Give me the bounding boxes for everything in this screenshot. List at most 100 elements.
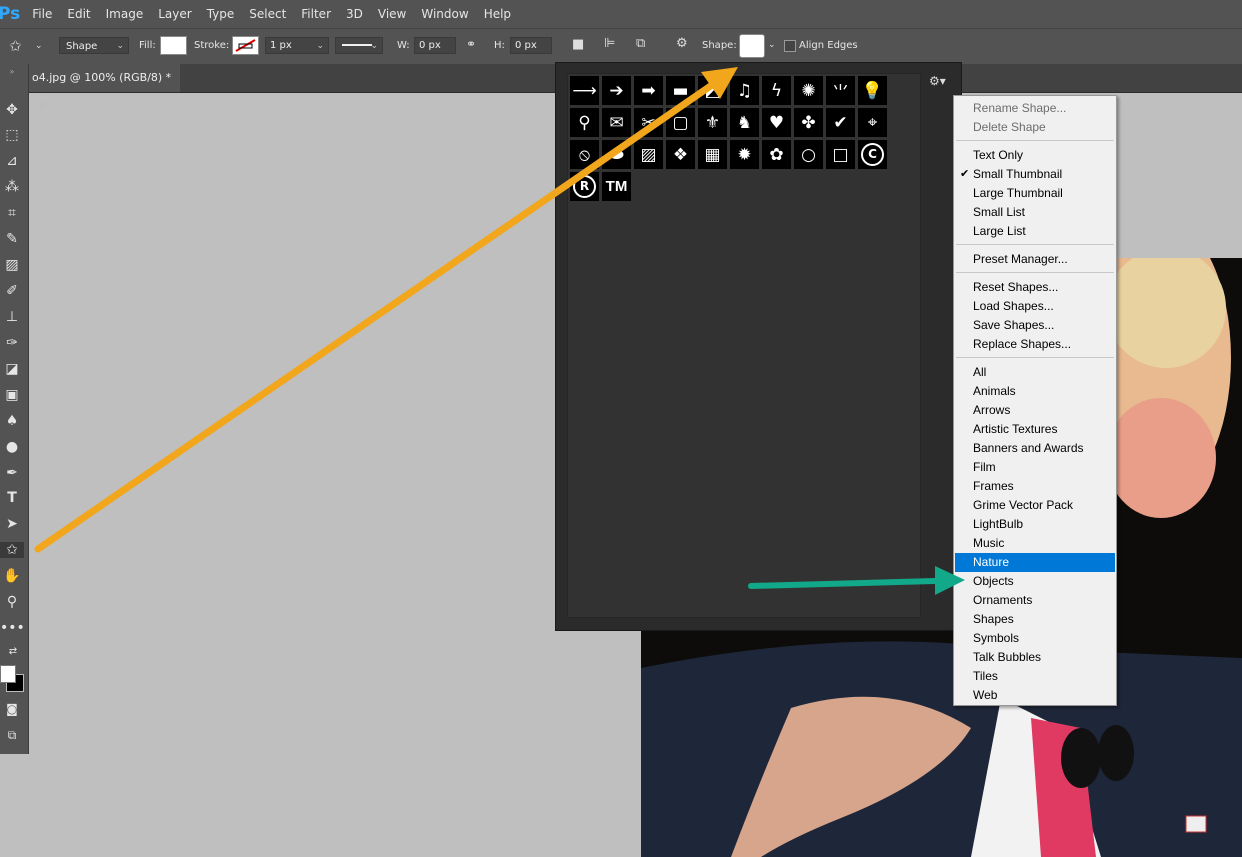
path-selection-tool-icon[interactable]: ➤: [0, 516, 24, 532]
shape-arrow[interactable]: ➔: [602, 76, 631, 105]
menu-item-set-ornaments[interactable]: Ornaments: [955, 591, 1115, 610]
menu-edit[interactable]: Edit: [67, 7, 90, 21]
menu-item-small-thumbnail[interactable]: ✔ Small Thumbnail: [955, 165, 1115, 184]
shape-paw[interactable]: ✿: [762, 140, 791, 169]
shape-speech-bubble[interactable]: ⬬: [602, 140, 631, 169]
close-icon[interactable]: ×: [38, 98, 47, 111]
menu-help[interactable]: Help: [484, 7, 511, 21]
menu-item-set-grime-vector-pack[interactable]: Grime Vector Pack: [955, 496, 1115, 515]
link-icon[interactable]: ⚭: [466, 37, 476, 51]
screen-mode-icon[interactable]: ⧉: [0, 728, 24, 743]
shape-music-note[interactable]: ♫: [730, 76, 759, 105]
menu-item-set-talk-bubbles[interactable]: Talk Bubbles: [955, 648, 1115, 667]
shape-square[interactable]: □: [826, 140, 855, 169]
menu-item-set-arrows[interactable]: Arrows: [955, 401, 1115, 420]
eraser-tool-icon[interactable]: ◪: [0, 361, 24, 377]
shape-arrow-thin[interactable]: ⟶: [570, 76, 599, 105]
menu-item-text-only[interactable]: Text Only: [955, 146, 1115, 165]
menu-3d[interactable]: 3D: [346, 7, 363, 21]
stroke-type-select[interactable]: ⌄: [335, 37, 383, 54]
shape-picker-button[interactable]: [739, 34, 765, 58]
path-arrangement-icon[interactable]: ⧉: [636, 36, 645, 51]
menu-item-set-film[interactable]: Film: [955, 458, 1115, 477]
stroke-swatch[interactable]: [232, 36, 259, 55]
panel-collapse-icon[interactable]: »: [0, 67, 24, 76]
shape-square-frame[interactable]: ▢: [666, 108, 695, 137]
dodge-tool-icon[interactable]: ●: [0, 439, 24, 455]
chevron-down-icon[interactable]: ⌄: [768, 40, 776, 50]
shape-diagonal-lines[interactable]: ▨: [634, 140, 663, 169]
swap-colors-icon[interactable]: ⇄: [4, 646, 22, 657]
document-tab[interactable]: o4.jpg @ 100% (RGB/8) * ×: [28, 64, 180, 111]
path-operations-icon[interactable]: ■: [572, 37, 584, 52]
menu-item-preset-manager[interactable]: Preset Manager...: [955, 250, 1115, 269]
shape-arrow-bold[interactable]: ➡: [634, 76, 663, 105]
more-tools-icon[interactable]: •••: [0, 620, 25, 636]
shape-cat[interactable]: ♞: [730, 108, 759, 137]
shape-frame[interactable]: ◩: [698, 76, 727, 105]
shape-checkmark[interactable]: ✔: [826, 108, 855, 137]
shape-envelope[interactable]: ✉: [602, 108, 631, 137]
shape-no-sign[interactable]: ⦸: [570, 140, 599, 169]
menu-item-set-web[interactable]: Web: [955, 686, 1115, 705]
quick-selection-tool-icon[interactable]: ⁂: [0, 179, 24, 195]
shape-bone[interactable]: ⚲: [570, 108, 599, 137]
menu-select[interactable]: Select: [249, 7, 286, 21]
shape-heart[interactable]: ♥: [762, 108, 791, 137]
menu-item-set-music[interactable]: Music: [955, 534, 1115, 553]
menu-file[interactable]: File: [32, 7, 52, 21]
menu-type[interactable]: Type: [207, 7, 235, 21]
zoom-tool-icon[interactable]: ⚲: [0, 594, 24, 610]
shape-scissors[interactable]: ✂: [634, 108, 663, 137]
shape-burst[interactable]: ✺: [794, 76, 823, 105]
blur-tool-icon[interactable]: ♠: [0, 413, 24, 429]
shape-grid[interactable]: ▦: [698, 140, 727, 169]
lasso-tool-icon[interactable]: ⊿: [0, 153, 24, 169]
menu-item-set-banners-and-awards[interactable]: Banners and Awards: [955, 439, 1115, 458]
menu-item-set-lightbulb[interactable]: LightBulb: [955, 515, 1115, 534]
height-field[interactable]: 0 px: [510, 37, 552, 54]
quick-mask-icon[interactable]: ◙: [0, 702, 24, 716]
custom-shape-tool-preset-icon[interactable]: ✩: [9, 37, 22, 55]
align-edges-checkbox[interactable]: [784, 40, 796, 52]
shape-grass[interactable]: ⺌: [826, 76, 855, 105]
menu-item-set-tiles[interactable]: Tiles: [955, 667, 1115, 686]
shape-registered[interactable]: R: [570, 172, 599, 201]
custom-shape-tool-icon[interactable]: ✩: [0, 542, 24, 558]
tool-mode-select[interactable]: Shape ⌄: [59, 37, 129, 54]
marquee-tool-icon[interactable]: ⬚: [0, 127, 24, 143]
stroke-width-field[interactable]: 1 px ⌄: [265, 37, 329, 54]
shape-fleur-de-lis[interactable]: ⚜: [698, 108, 727, 137]
shape-diamond-grid[interactable]: ❖: [666, 140, 695, 169]
menu-item-set-symbols[interactable]: Symbols: [955, 629, 1115, 648]
shape-starburst[interactable]: ✹: [730, 140, 759, 169]
crop-tool-icon[interactable]: ⌗: [0, 205, 24, 221]
shape-trademark[interactable]: TM: [602, 172, 631, 201]
path-alignment-icon[interactable]: ⊫: [604, 36, 615, 51]
menu-item-save-shapes[interactable]: Save Shapes...: [955, 316, 1115, 335]
shape-lightbulb[interactable]: 💡: [858, 76, 887, 105]
shape-copyright[interactable]: C: [858, 140, 887, 169]
menu-item-large-thumbnail[interactable]: Large Thumbnail: [955, 184, 1115, 203]
menu-item-set-artistic-textures[interactable]: Artistic Textures: [955, 420, 1115, 439]
menu-item-reset-shapes[interactable]: Reset Shapes...: [955, 278, 1115, 297]
shape-target[interactable]: ⌖: [858, 108, 887, 137]
clone-stamp-tool-icon[interactable]: ⊥: [0, 309, 24, 325]
menu-item-set-all[interactable]: All: [955, 363, 1115, 382]
hand-tool-icon[interactable]: ✋: [0, 568, 24, 584]
shape-lightning[interactable]: ϟ: [762, 76, 791, 105]
menu-item-replace-shapes[interactable]: Replace Shapes...: [955, 335, 1115, 354]
menu-layer[interactable]: Layer: [158, 7, 191, 21]
eyedropper-tool-icon[interactable]: ✎: [0, 231, 24, 247]
brush-tool-icon[interactable]: ✐: [0, 283, 24, 299]
fill-swatch[interactable]: [160, 36, 187, 55]
gear-icon[interactable]: ⚙: [676, 36, 688, 51]
foreground-color-swatch[interactable]: [0, 665, 16, 683]
type-tool-icon[interactable]: T: [0, 490, 24, 506]
shape-puzzle[interactable]: ✤: [794, 108, 823, 137]
menu-view[interactable]: View: [378, 7, 406, 21]
healing-brush-tool-icon[interactable]: ▨: [0, 257, 24, 273]
move-tool-icon[interactable]: ✥: [0, 102, 24, 118]
menu-item-load-shapes[interactable]: Load Shapes...: [955, 297, 1115, 316]
menu-item-set-animals[interactable]: Animals: [955, 382, 1115, 401]
